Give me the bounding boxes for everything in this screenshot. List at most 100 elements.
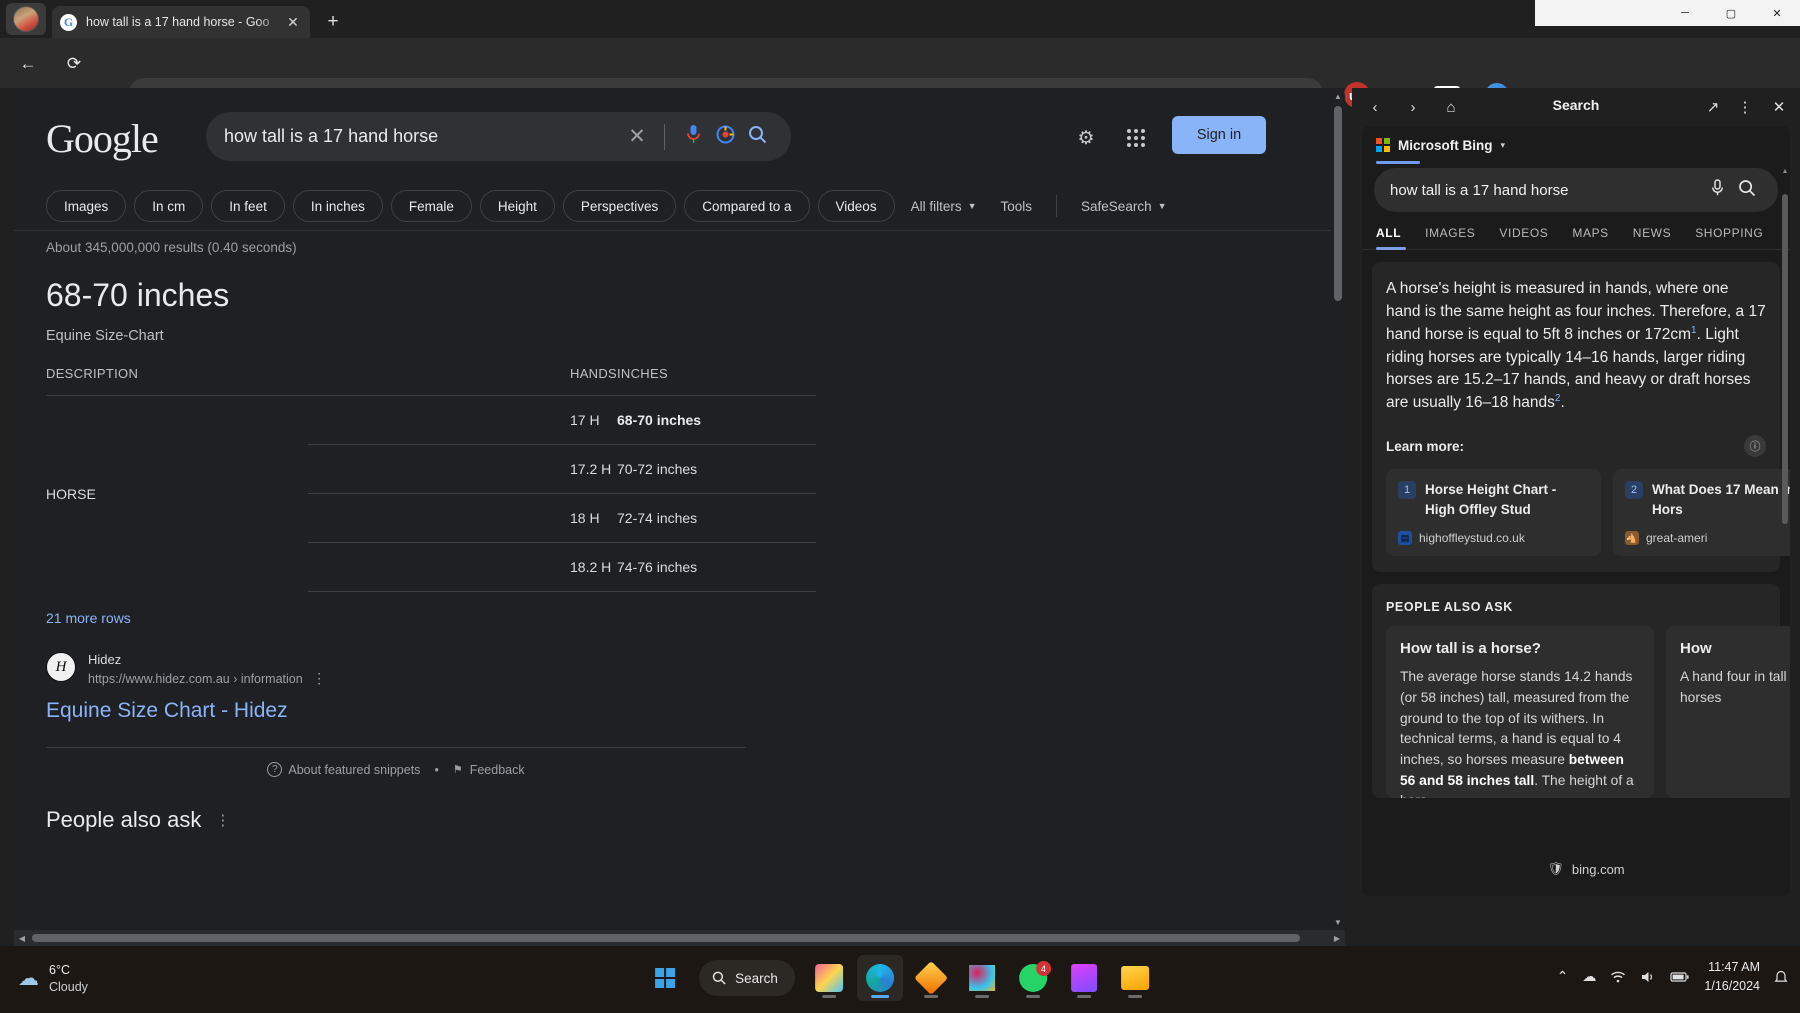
gear-icon[interactable]: ⚙ (1072, 124, 1100, 152)
weather-widget[interactable]: ☁ 6°C Cloudy (18, 962, 88, 996)
chip-in-inches[interactable]: In inches (292, 190, 383, 222)
clear-icon[interactable]: ✕ (622, 124, 652, 149)
scroll-up-icon[interactable]: ▲ (1780, 164, 1790, 178)
paa-card[interactable]: How A hand four in tall is breeds heavie… (1666, 626, 1790, 799)
sidebar-scrollbar[interactable]: ▲ ▼ (1780, 164, 1790, 896)
feedback-link[interactable]: ⚑ Feedback (453, 763, 525, 777)
chip-in-feet[interactable]: In feet (211, 190, 285, 222)
more-rows-link[interactable]: 21 more rows (46, 610, 1345, 626)
scrollbar-thumb[interactable] (1782, 194, 1788, 524)
chip-videos[interactable]: Videos (817, 190, 895, 222)
info-icon[interactable]: ⓘ (1744, 435, 1766, 457)
source-card[interactable]: 2 What Does 17 Mean In Hors 🐴 great-amer… (1613, 469, 1790, 557)
bing-provider-row[interactable]: Microsoft Bing ▾ (1362, 126, 1790, 164)
browser-tab[interactable]: G how tall is a 17 hand horse - Goo ✕ (52, 6, 310, 38)
google-search-box[interactable]: how tall is a 17 hand horse ✕ (206, 112, 791, 161)
result-title-link[interactable]: Equine Size Chart - Hidez (46, 699, 1345, 723)
chip-female[interactable]: Female (390, 190, 472, 222)
paint-taskbar-icon[interactable] (806, 955, 852, 1001)
scrollbar-thumb[interactable] (1334, 106, 1342, 301)
notification-icon[interactable] (1774, 969, 1788, 985)
search-submit-icon[interactable] (741, 125, 773, 149)
scroll-left-icon[interactable]: ◀ (14, 930, 30, 946)
cell-inches: 74-76 inches (617, 542, 816, 592)
back-button[interactable]: ← (12, 48, 44, 80)
divider (1056, 195, 1058, 217)
about-featured-snippets-link[interactable]: ? About featured snippets (267, 762, 420, 777)
scroll-right-icon[interactable]: ▶ (1329, 930, 1345, 946)
scroll-down-icon[interactable]: ▼ (1331, 914, 1345, 930)
sidebar-more-icon[interactable]: ⋮ (1730, 92, 1760, 122)
minimize-button[interactable]: ─ (1662, 0, 1708, 26)
close-icon[interactable]: ✕ (284, 13, 302, 31)
new-tab-button[interactable]: + (320, 9, 346, 35)
reload-button[interactable]: ⟳ (58, 48, 90, 80)
edge-taskbar-icon[interactable] (856, 955, 903, 1001)
lens-icon[interactable] (709, 125, 741, 149)
source-card[interactable]: 1 Horse Height Chart - High Offley Stud … (1386, 469, 1601, 557)
chip-in-cm[interactable]: In cm (134, 190, 204, 222)
chevron-down-icon: ▼ (1157, 201, 1167, 211)
chip-compared-to-a[interactable]: Compared to a (684, 190, 810, 222)
tab-videos[interactable]: VIDEOS (1499, 226, 1548, 249)
tab-news[interactable]: NEWS (1633, 226, 1671, 249)
sidebar-close-icon[interactable]: ✕ (1764, 92, 1794, 122)
onedrive-cloud-icon[interactable]: ☁ (1582, 968, 1596, 985)
bing-footer: 🛡 bing.com (1372, 852, 1790, 886)
search-icon[interactable] (1732, 179, 1762, 202)
kebab-menu-icon[interactable]: ⋮ (312, 670, 326, 686)
tools-button[interactable]: Tools (993, 190, 1041, 222)
taskbar-search[interactable]: Search (699, 960, 795, 996)
profile-button[interactable] (6, 3, 46, 35)
paa-card[interactable]: How tall is a horse? The average horse s… (1386, 626, 1654, 799)
photos-taskbar-icon[interactable] (1061, 955, 1107, 1001)
volume-icon[interactable] (1640, 970, 1656, 984)
chip-height[interactable]: Height (479, 190, 555, 222)
divider (14, 230, 1345, 231)
bing-search-box[interactable]: how tall is a 17 hand horse (1374, 168, 1778, 212)
tab-maps[interactable]: MAPS (1572, 226, 1608, 249)
taskbar-clock[interactable]: 11:47 AM 1/16/2024 (1704, 958, 1760, 996)
explorer-taskbar-icon[interactable] (1112, 955, 1158, 1001)
tab-shopping[interactable]: SHOPPING (1695, 226, 1763, 249)
kebab-menu-icon[interactable]: ⋮ (215, 811, 230, 829)
question-mark-icon: ? (267, 762, 283, 777)
bing-search-input[interactable]: how tall is a 17 hand horse (1390, 182, 1702, 199)
chip-images[interactable]: Images (46, 190, 127, 222)
scrollbar-thumb[interactable] (32, 934, 1300, 942)
mic-icon[interactable] (1702, 178, 1732, 202)
close-window-button[interactable]: ✕ (1754, 0, 1800, 26)
files-taskbar-icon[interactable] (908, 955, 954, 1001)
footer-domain: bing.com (1571, 861, 1625, 877)
chevron-down-icon[interactable]: ▾ (1501, 140, 1506, 151)
scroll-up-icon[interactable]: ▲ (1331, 88, 1345, 104)
start-button[interactable] (642, 955, 688, 1001)
whatsapp-taskbar-icon[interactable]: 4 (1010, 955, 1056, 1001)
page-vertical-scrollbar[interactable]: ▲ ▼ (1331, 88, 1345, 946)
chip-perspectives[interactable]: Perspectives (562, 190, 677, 222)
page-horizontal-scrollbar[interactable]: ◀ ▶ (14, 930, 1345, 946)
tab-images[interactable]: IMAGES (1425, 226, 1475, 249)
safesearch-button[interactable]: SafeSearch ▼ (1073, 190, 1174, 222)
wifi-icon[interactable] (1610, 970, 1626, 984)
microsoft-logo-icon (1376, 138, 1390, 152)
battery-icon[interactable] (1670, 971, 1690, 983)
flag-icon: ⚑ (452, 764, 463, 776)
paa-answer: A hand four in tall is breeds heavie hor… (1680, 669, 1790, 705)
maximize-button[interactable]: ▢ (1708, 0, 1754, 26)
featured-snippet-subtitle: Equine Size-Chart (46, 328, 164, 344)
all-filters-button[interactable]: All filters ▼ (903, 190, 985, 222)
sign-in-button[interactable]: Sign in (1172, 116, 1266, 154)
mic-icon[interactable] (677, 123, 709, 150)
google-logo[interactable]: Google (46, 115, 159, 162)
tab-all[interactable]: ALL (1376, 226, 1401, 249)
apps-grid-icon[interactable] (1122, 124, 1150, 152)
paa-question: How (1680, 640, 1712, 658)
search-input[interactable]: how tall is a 17 hand horse (224, 126, 622, 147)
shield-icon: 🛡 (1547, 861, 1564, 876)
tray-chevron-icon[interactable]: ⌃ (1557, 968, 1569, 985)
result-source[interactable]: H Hidez https://www.hidez.com.au › infor… (46, 652, 1345, 687)
open-in-new-icon[interactable]: ↗ (1698, 92, 1728, 122)
browser-chrome: G how tall is a 17 hand horse - Goo ✕ + … (0, 0, 1800, 116)
slack-taskbar-icon[interactable] (959, 955, 1005, 1001)
